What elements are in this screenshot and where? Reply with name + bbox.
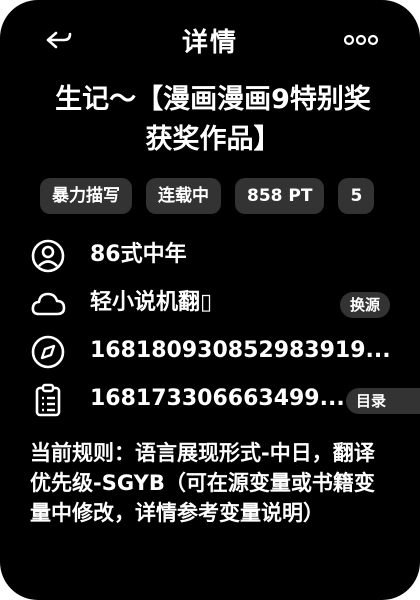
tag-item[interactable]: 连载中	[146, 178, 221, 214]
author-name: 86式中年	[90, 242, 187, 267]
cloud-icon	[30, 286, 66, 322]
book-title-line1: 生记～【漫画漫画9特别奖	[55, 84, 371, 115]
tag-item[interactable]: 5	[338, 178, 375, 214]
more-dots-icon[interactable]	[342, 32, 380, 46]
tag-list: 暴力描写 连载中 858 PT 5	[40, 178, 420, 214]
tag-item[interactable]: 858 PT	[235, 178, 325, 214]
latest-chapter: 168173306663499...	[90, 386, 345, 411]
info-list: 86式中年 轻小说机翻▯ 换源 16818093085298391­9...	[30, 232, 420, 424]
book-title: 生记～【漫画漫画9特别奖 获奖作品】	[38, 80, 388, 160]
clipboard-list-icon	[30, 382, 66, 418]
table-of-contents-button[interactable]: 目录	[346, 388, 420, 414]
latest-chapter-row[interactable]: 168173306663499... 目录	[30, 376, 420, 424]
source-row[interactable]: 轻小说机翻▯ 换源	[30, 280, 420, 328]
update-info: 16818093085298391­9...	[90, 338, 391, 363]
watch-screen: 详情 生记～【漫画漫画9特别奖 获奖作品】 暴力描写 连载中 858 PT 5 86	[0, 0, 420, 600]
update-row: 16818093085298391­9...	[30, 328, 420, 376]
tag-item[interactable]: 暴力描写	[40, 178, 132, 214]
rule-description: 当前规则：语言展现形式-中日，翻译优先级-SGYB（可在源变量或书籍变量中修改，…	[30, 441, 375, 525]
switch-source-button[interactable]: 换源	[339, 292, 390, 318]
source-name: 轻小说机翻▯	[90, 290, 213, 315]
compass-icon	[30, 334, 66, 370]
user-circle-icon	[30, 238, 66, 274]
header: 详情	[0, 18, 420, 62]
book-title-line2: 获奖作品】	[145, 124, 281, 155]
author-row[interactable]: 86式中年	[30, 232, 420, 280]
